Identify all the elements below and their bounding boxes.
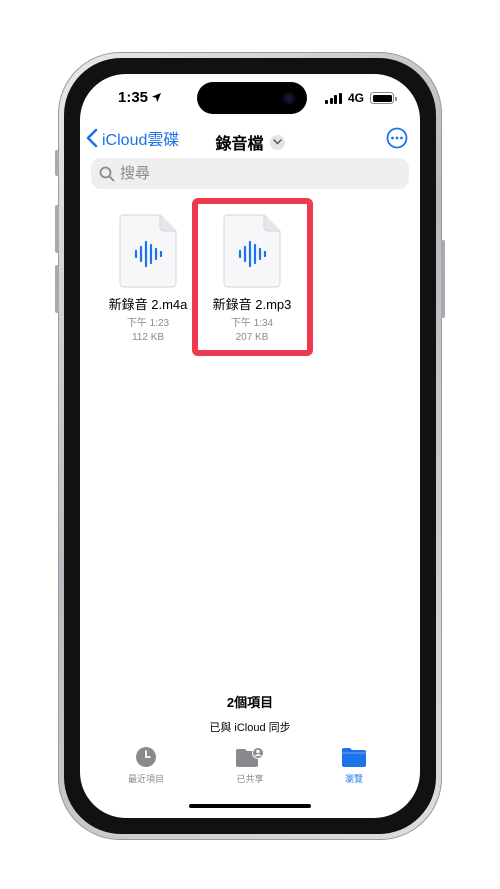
file-size: 112 KB (131, 332, 165, 343)
tab-recents[interactable]: 最近項目 (106, 746, 186, 790)
audio-file-icon (119, 214, 177, 288)
tab-browse[interactable]: 瀏覽 (314, 746, 394, 790)
chevron-down-icon (269, 134, 285, 150)
file-meta: 下午 1:23 112 KB (93, 317, 203, 345)
location-arrow-icon (151, 92, 162, 103)
folder-title-menu[interactable]: 錄音檔 (80, 130, 420, 154)
camera-icon (283, 92, 295, 104)
more-options-button[interactable] (386, 127, 408, 154)
screen: 1:35 4G iCloud雲碟 錄音檔 搜尋 新錄音 2.m4a 下午 1:2… (80, 74, 420, 818)
folder-summary: 2個項目 已與 iCloud 同步 (80, 692, 420, 735)
tab-bar: 最近項目 已共享 瀏覽 (80, 746, 420, 790)
file-name: 新錄音 2.m4a (108, 297, 188, 312)
tab-shared[interactable]: 已共享 (210, 746, 290, 790)
status-indicators: 4G (325, 91, 397, 105)
highlight-box (192, 198, 313, 356)
volume-up-button (55, 205, 59, 253)
navigation-bar: iCloud雲碟 錄音檔 (80, 126, 420, 158)
battery-icon (370, 92, 397, 104)
status-time: 1:35 (118, 89, 162, 106)
ellipsis-circle-icon (386, 127, 408, 149)
shared-folder-icon (236, 747, 264, 767)
search-icon (99, 166, 115, 181)
clock-text: 1:35 (118, 89, 149, 106)
item-count: 2個項目 (226, 695, 274, 710)
folder-icon (342, 748, 366, 767)
volume-down-button (55, 265, 59, 313)
tab-label: 瀏覽 (344, 774, 363, 784)
page-title: 錄音檔 (215, 136, 264, 153)
clock-icon (136, 747, 156, 767)
action-button (55, 150, 59, 176)
network-type: 4G (347, 91, 364, 105)
file-time: 下午 1:23 (126, 318, 170, 329)
power-button (441, 240, 445, 318)
tab-label: 最近項目 (127, 774, 164, 784)
search-bar[interactable] (91, 158, 409, 189)
dynamic-island (197, 82, 307, 114)
signal-icon (325, 92, 342, 104)
tab-label: 已共享 (236, 774, 264, 784)
file-item[interactable]: 新錄音 2.m4a 下午 1:23 112 KB (93, 214, 203, 345)
home-indicator[interactable] (189, 804, 311, 808)
search-input[interactable] (120, 165, 400, 182)
sync-status: 已與 iCloud 同步 (209, 722, 291, 734)
